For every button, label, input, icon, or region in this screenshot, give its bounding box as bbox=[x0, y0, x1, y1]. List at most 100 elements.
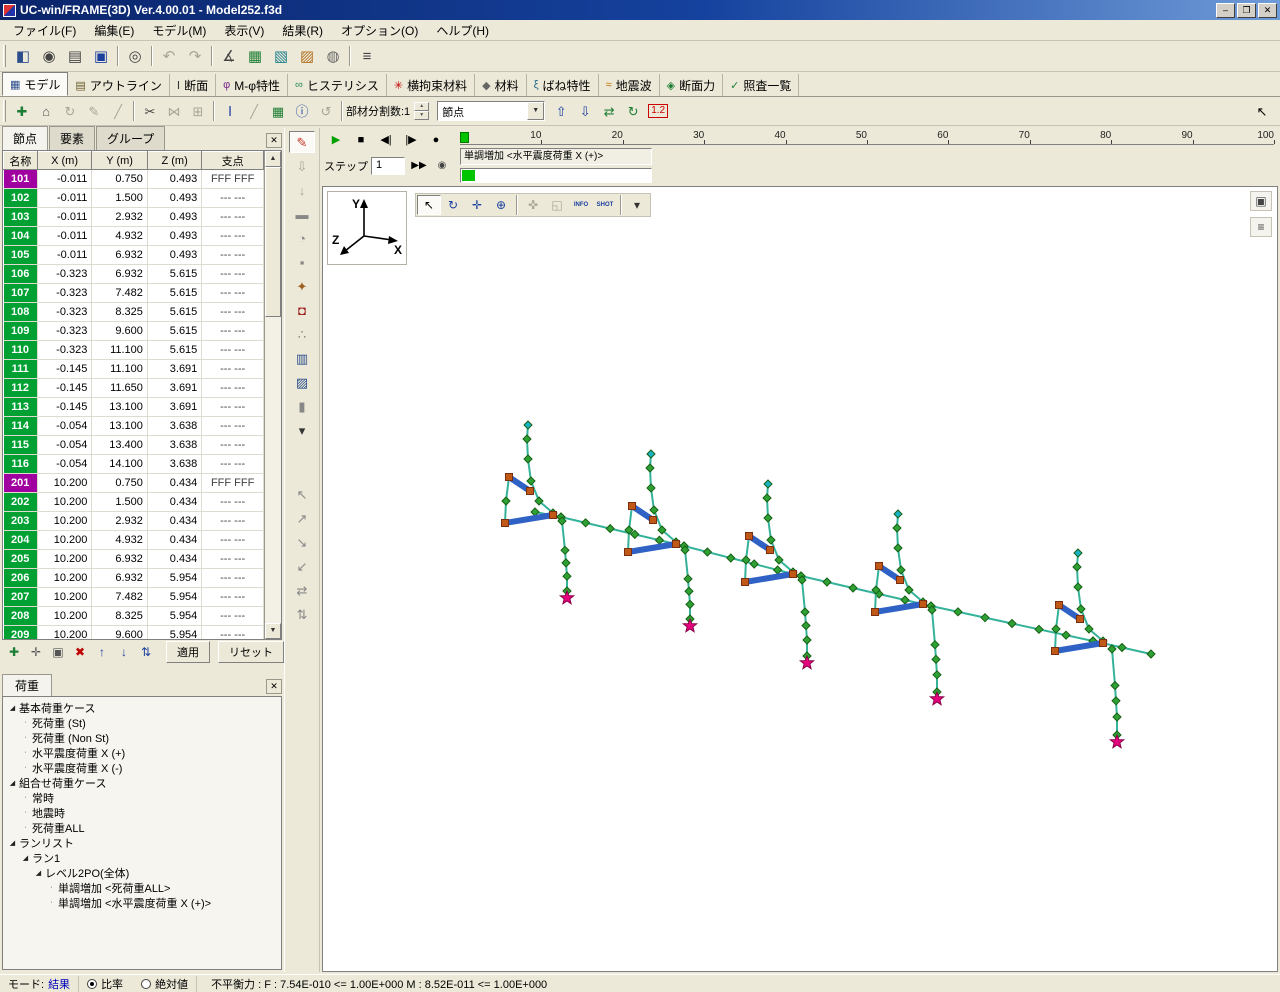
anchor-rotate-button[interactable]: ✛ bbox=[465, 195, 489, 215]
table-row[interactable]: 113-0.14513.1003.691--- --- bbox=[4, 398, 264, 417]
tab-section[interactable]: Ⅰ断面 bbox=[170, 74, 216, 96]
table-row[interactable]: 108-0.3238.3255.615--- --- bbox=[4, 303, 264, 322]
tab-m-phi[interactable]: φM-φ特性 bbox=[216, 74, 288, 96]
reload-model-button[interactable]: ⇄ bbox=[597, 100, 621, 123]
table-row[interactable]: 20610.2006.9325.954--- --- bbox=[4, 569, 264, 588]
step-forward-button[interactable]: |▶ bbox=[399, 130, 423, 150]
close-button[interactable]: ✕ bbox=[1258, 3, 1277, 18]
tree-item[interactable]: ◢基本荷重ケース bbox=[3, 700, 281, 715]
beam-display-button[interactable]: ▬ bbox=[289, 203, 315, 225]
report-preview-button[interactable]: ◎ bbox=[122, 44, 148, 69]
copy-row-button[interactable]: ▣ bbox=[48, 643, 68, 662]
section-view-3-button[interactable]: ↘ bbox=[289, 531, 315, 553]
scrollbar-thumb[interactable] bbox=[265, 167, 281, 317]
nav-more-button[interactable]: ▾ bbox=[625, 195, 649, 215]
apply-button[interactable]: 適用 bbox=[166, 641, 210, 663]
table-row[interactable]: 114-0.05413.1003.638--- --- bbox=[4, 417, 264, 436]
section-view-4-button[interactable]: ↙ bbox=[289, 555, 315, 577]
dots-display-button[interactable]: ∴ bbox=[289, 323, 315, 345]
table-row[interactable]: 20410.2004.9320.434--- --- bbox=[4, 531, 264, 550]
target-type-combobox[interactable]: 節点 ▼ bbox=[437, 101, 545, 121]
table-row[interactable]: 115-0.05413.4003.638--- --- bbox=[4, 436, 264, 455]
table-row[interactable]: 20210.2001.5000.434--- --- bbox=[4, 493, 264, 512]
delete-row-button[interactable]: ✖ bbox=[70, 643, 90, 662]
pick-tool-button[interactable]: ✦ bbox=[289, 275, 315, 297]
export-table-button[interactable]: ▦ bbox=[242, 44, 268, 69]
tab-lateral-confine[interactable]: ✳横拘束材料 bbox=[387, 74, 475, 96]
section-view-1-button[interactable]: ↖ bbox=[289, 483, 315, 505]
menu-result[interactable]: 結果(R) bbox=[273, 20, 332, 41]
restore-button[interactable]: ❐ bbox=[1237, 3, 1256, 18]
menu-view[interactable]: 表示(V) bbox=[215, 20, 273, 41]
move-row-down-button[interactable]: ↓ bbox=[114, 643, 134, 662]
scale-badge[interactable]: 1.2 bbox=[648, 104, 668, 118]
node-info-button[interactable]: ⓘ bbox=[290, 100, 314, 123]
table-row[interactable]: 106-0.3236.9325.615--- --- bbox=[4, 265, 264, 284]
select-cursor-button[interactable]: ↖ bbox=[417, 195, 441, 215]
angle-measure-button[interactable]: ∡ bbox=[216, 44, 242, 69]
tab-seismic-wave[interactable]: ≈地震波 bbox=[599, 74, 660, 96]
chart-display-button[interactable]: ▥ bbox=[289, 347, 315, 369]
table-row[interactable]: 20510.2006.9320.434--- --- bbox=[4, 550, 264, 569]
insert-rows-button[interactable]: ✛ bbox=[26, 643, 46, 662]
tree-item[interactable]: ·水平震度荷重 X (+) bbox=[3, 745, 281, 760]
info-overlay-button[interactable]: INFO bbox=[569, 195, 593, 215]
table-row[interactable]: 116-0.05414.1003.638--- --- bbox=[4, 455, 264, 474]
tab-hysteresis[interactable]: ∞ヒステリシス bbox=[288, 74, 387, 96]
view-list-button[interactable]: ≡ bbox=[1250, 217, 1272, 237]
table-scrollbar[interactable]: ▲ ▼ bbox=[264, 151, 281, 639]
tree-item[interactable]: ·単調増加 <死荷重ALL> bbox=[3, 880, 281, 895]
export-image-button[interactable]: ▧ bbox=[268, 44, 294, 69]
node-panel-close-button[interactable]: ✕ bbox=[266, 133, 282, 148]
menu-options[interactable]: オプション(O) bbox=[332, 20, 427, 41]
tab-spring[interactable]: ξばね特性 bbox=[527, 74, 599, 96]
tree-item[interactable]: ·死荷重 (St) bbox=[3, 715, 281, 730]
tree-item[interactable]: ·死荷重 (Non St) bbox=[3, 730, 281, 745]
table-row[interactable]: 20310.2002.9320.434--- --- bbox=[4, 512, 264, 531]
add-node-button[interactable]: ✚ bbox=[10, 100, 34, 123]
panel-tab-elements[interactable]: 要素 bbox=[49, 126, 95, 150]
print-button[interactable]: ▤ bbox=[62, 44, 88, 69]
tab-model[interactable]: ▦モデル bbox=[2, 72, 68, 96]
tree-item[interactable]: ◢ランリスト bbox=[3, 835, 281, 850]
import-result-button[interactable]: ⇧ bbox=[549, 100, 573, 123]
move-row-up-button[interactable]: ↑ bbox=[92, 643, 112, 662]
step-input[interactable]: 1 bbox=[371, 157, 405, 175]
add-row-button[interactable]: ✚ bbox=[4, 643, 24, 662]
table-row[interactable]: 20810.2008.3255.954--- --- bbox=[4, 607, 264, 626]
table-row[interactable]: 20710.2007.4825.954--- --- bbox=[4, 588, 264, 607]
table-row[interactable]: 102-0.0111.5000.493--- --- bbox=[4, 189, 264, 208]
section-view-5-button[interactable]: ⇄ bbox=[289, 579, 315, 601]
tree-item[interactable]: ·常時 bbox=[3, 790, 281, 805]
cylinder-display-button[interactable]: ▮ bbox=[289, 395, 315, 417]
ratio-radio[interactable] bbox=[87, 979, 97, 989]
load-panel-title[interactable]: 荷重 bbox=[2, 674, 52, 696]
copy-view-button[interactable]: ▣ bbox=[1250, 191, 1272, 211]
refresh-view-button[interactable]: ↻ bbox=[621, 100, 645, 123]
absolute-radio[interactable] bbox=[141, 979, 151, 989]
play-button[interactable]: ▶ bbox=[324, 130, 348, 150]
tree-item[interactable]: ◢組合せ荷重ケース bbox=[3, 775, 281, 790]
table-row[interactable]: 112-0.14511.6503.691--- --- bbox=[4, 379, 264, 398]
pointer-mode-button[interactable]: ↖ bbox=[1250, 100, 1274, 123]
tree-item[interactable]: ◢レベル2PO(全体) bbox=[3, 865, 281, 880]
result-paint-button[interactable]: ✎ bbox=[289, 131, 315, 153]
stop-button[interactable]: ■ bbox=[349, 130, 373, 150]
table-row[interactable]: 107-0.3237.4825.615--- --- bbox=[4, 284, 264, 303]
division-spin-up-icon[interactable]: ▲ bbox=[414, 102, 429, 111]
save-button[interactable]: ▣ bbox=[88, 44, 114, 69]
model-viewport[interactable]: Y X Z ↖↻✛⊕✜◱INFOSHOT▾ ▣≡ bbox=[322, 186, 1278, 972]
panel-tab-nodes[interactable]: 節点 bbox=[2, 126, 48, 150]
zoom-select-button[interactable]: ◉ bbox=[36, 44, 62, 69]
zoom-orbit-button[interactable]: ⊕ bbox=[489, 195, 513, 215]
table-row[interactable]: 111-0.14511.1003.691--- --- bbox=[4, 360, 264, 379]
tree-item[interactable]: ·単調増加 <水平震度荷重 X (+)> bbox=[3, 895, 281, 910]
step-back-button[interactable]: ◀| bbox=[374, 130, 398, 150]
tree-item[interactable]: ·地震時 bbox=[3, 805, 281, 820]
tab-outline[interactable]: ▤アウトライン bbox=[68, 74, 169, 96]
mask-button[interactable]: ◍ bbox=[320, 44, 346, 69]
scroll-up-icon[interactable]: ▲ bbox=[265, 151, 281, 167]
table-row[interactable]: 103-0.0112.9320.493--- --- bbox=[4, 208, 264, 227]
new-model-button[interactable]: ◧ bbox=[10, 44, 36, 69]
scrollbar-track[interactable] bbox=[265, 167, 281, 623]
